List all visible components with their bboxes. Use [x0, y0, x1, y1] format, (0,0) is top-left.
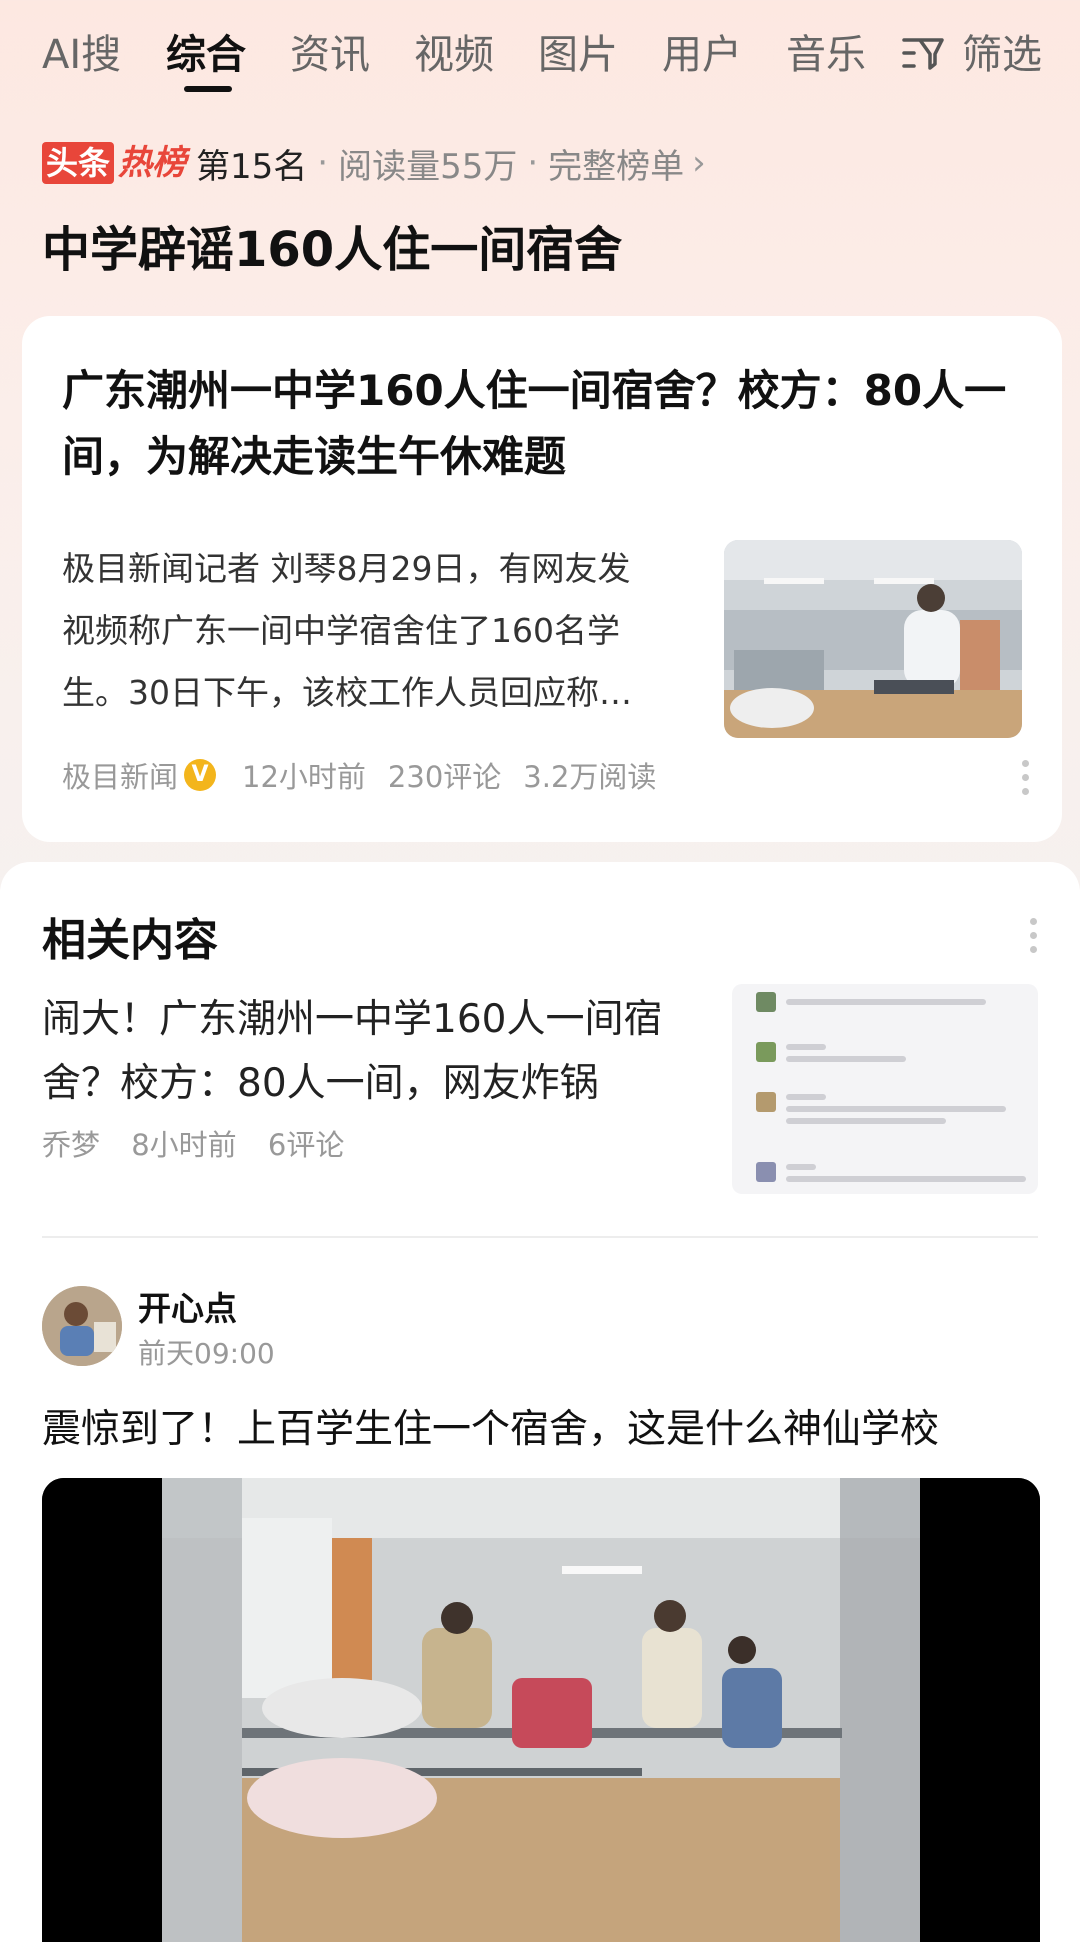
- toutiao-logo: 头条: [42, 142, 115, 184]
- article-summary: 极目新闻记者 刘琴8月29日，有网友发视频称广东一间中学宿舍住了160名学生。3…: [62, 549, 632, 712]
- article-card[interactable]: 广东潮州一中学160人住一间宿舍？校方：80人一间，为解决走读生午休难题 极目新…: [22, 316, 1062, 842]
- separator-dot: ·: [317, 143, 329, 183]
- hot-rank: 第15名: [196, 146, 308, 187]
- article-reads: 3.2万阅读: [523, 760, 657, 794]
- related-author[interactable]: 乔梦: [42, 1128, 100, 1162]
- divider: [42, 1236, 1038, 1238]
- related-item-meta: 乔梦 8小时前 6评论: [42, 1122, 344, 1164]
- post-time: 前天09:00: [138, 1337, 275, 1370]
- section-title: 相关内容: [42, 915, 218, 966]
- video-frame: [42, 1478, 1040, 1942]
- separator-dot: ·: [527, 143, 539, 183]
- more-icon[interactable]: [1022, 760, 1032, 802]
- hot-topic-title[interactable]: 中学辟谣160人住一间宿舍: [42, 210, 622, 280]
- article-comments: 230评论: [387, 760, 502, 794]
- verified-badge-icon: V: [184, 759, 217, 791]
- filter-icon[interactable]: [902, 32, 944, 74]
- chevron-right-icon: ›: [692, 143, 706, 183]
- article-meta: 极目新闻 V 12小时前 230评论 3.2万阅读: [62, 754, 656, 796]
- related-time: 8小时前: [131, 1128, 237, 1162]
- filter-button[interactable]: 筛选: [962, 22, 1042, 80]
- related-item-title[interactable]: 闹大！广东潮州一中学160人一间宿舍？校方：80人一间，网友炸锅: [42, 988, 702, 1116]
- article-time: 12小时前: [242, 760, 366, 794]
- article-thumbnail[interactable]: [724, 540, 1022, 738]
- post-text[interactable]: 震惊到了！上百学生住一个宿舍，这是什么神仙学校: [42, 1398, 939, 1454]
- tab-music[interactable]: 音乐: [786, 22, 866, 80]
- tab-images[interactable]: 图片: [538, 22, 618, 80]
- tab-users[interactable]: 用户: [662, 22, 742, 80]
- tab-ai-search[interactable]: AI搜: [42, 22, 121, 80]
- related-comments: 6评论: [267, 1128, 345, 1162]
- video-player[interactable]: [42, 1478, 1040, 1942]
- article-title[interactable]: 广东潮州一中学160人住一间宿舍？校方：80人一间，为解决走读生午休难题: [62, 358, 1042, 490]
- dormitory-photo: [724, 540, 1022, 738]
- hot-list-row[interactable]: 头条 热榜 第15名 · 阅读量55万 · 完整榜单 ›: [42, 139, 706, 188]
- article-source[interactable]: 极目新闻: [62, 754, 178, 796]
- hot-list-logo: 热榜: [118, 143, 187, 183]
- related-content-card: 相关内容 闹大！广东潮州一中学160人一间宿舍？校方：80人一间，网友炸锅 乔梦…: [0, 862, 1080, 1942]
- tab-comprehensive[interactable]: 综合: [166, 22, 246, 80]
- active-tab-indicator: [184, 86, 232, 92]
- avatar[interactable]: [42, 1286, 122, 1366]
- search-tab-bar: AI搜 综合 资讯 视频 图片 用户 音乐 筛选: [0, 0, 1080, 110]
- read-count: 阅读量55万: [338, 146, 518, 187]
- related-thumbnail[interactable]: [732, 984, 1038, 1194]
- user-avatar-image: [42, 1286, 122, 1366]
- full-list-link[interactable]: 完整榜单: [548, 139, 684, 188]
- tab-news[interactable]: 资讯: [290, 22, 370, 80]
- tab-video[interactable]: 视频: [414, 22, 494, 80]
- user-name[interactable]: 开心点: [138, 1282, 237, 1330]
- more-icon[interactable]: [1030, 918, 1040, 960]
